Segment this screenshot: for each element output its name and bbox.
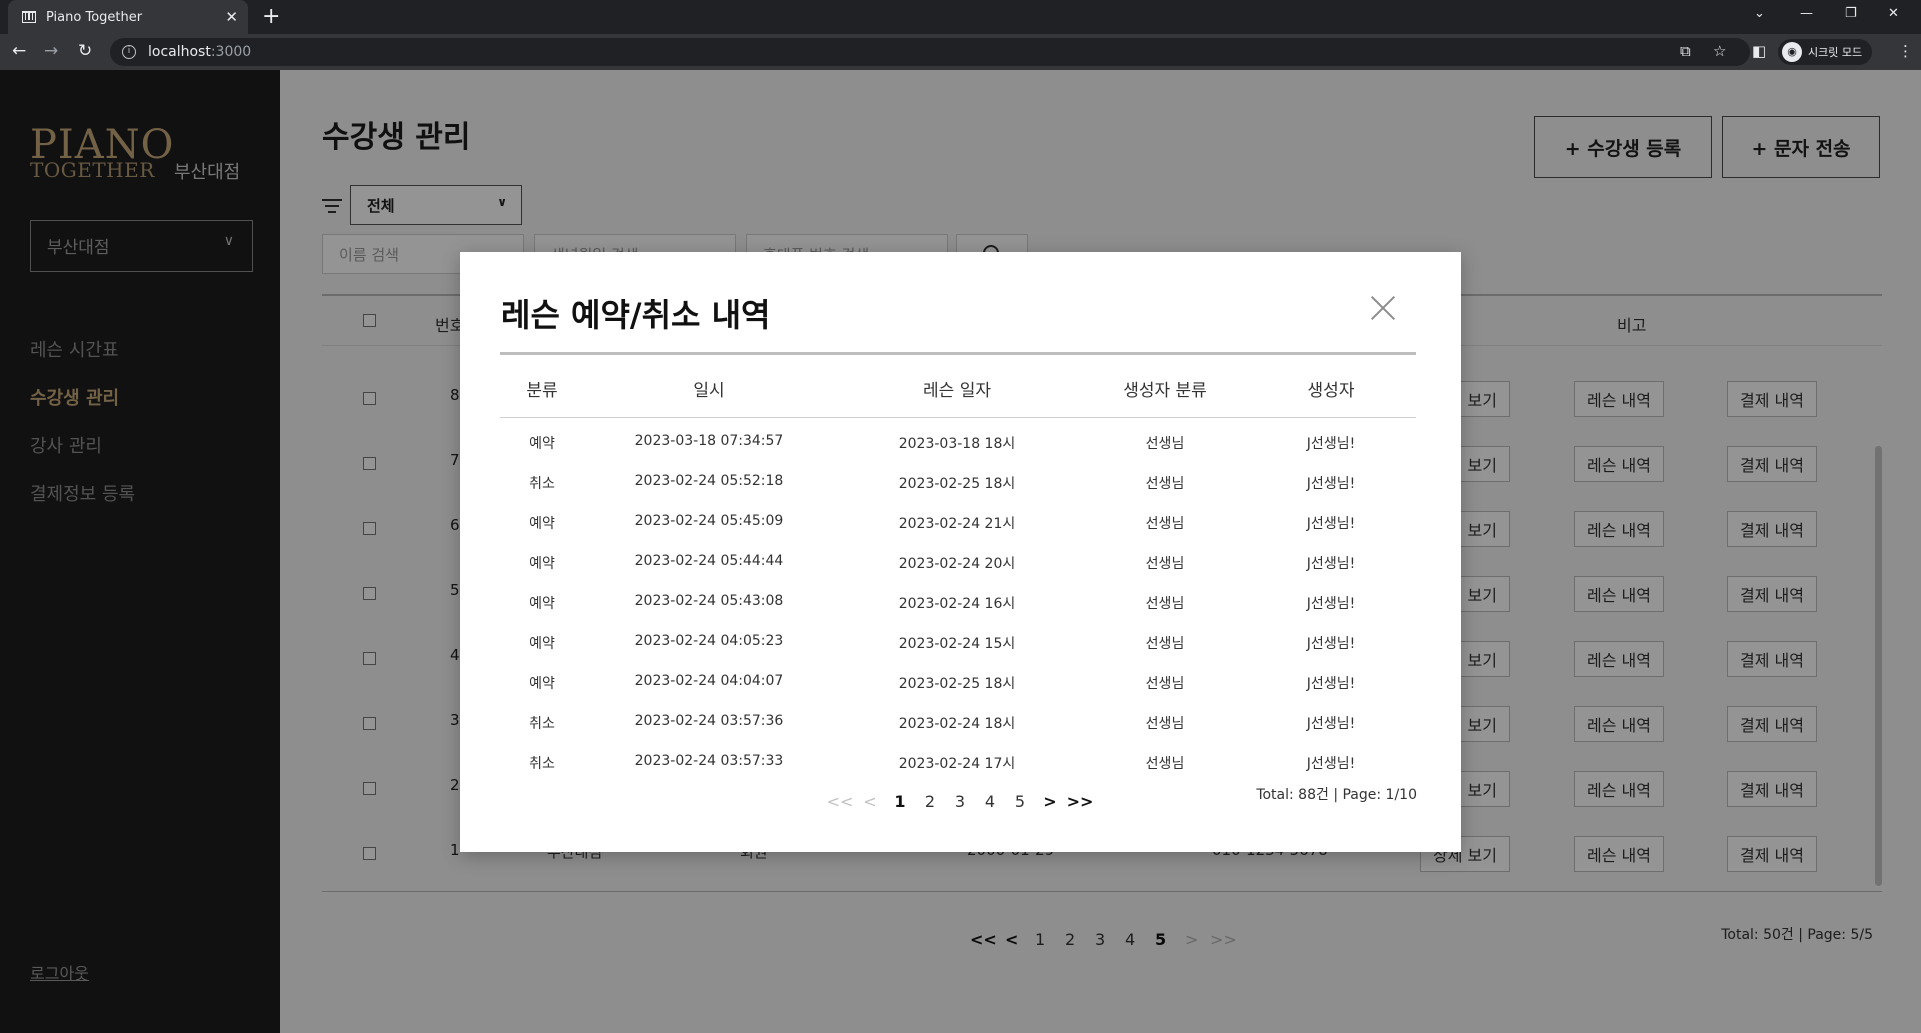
row-creator-type: 선생님 <box>1145 556 1185 572</box>
bookmark-star-icon[interactable]: ☆ <box>1713 42 1726 60</box>
modal-total: Total: 88건 | Page: 1/10 <box>1256 787 1417 803</box>
site-info-icon[interactable]: i <box>122 45 136 59</box>
modal-column-datetime: 일시 <box>693 381 725 401</box>
restore-icon[interactable]: ❐ <box>1845 6 1857 21</box>
url-port: :3000 <box>210 44 252 60</box>
browser-menu-icon[interactable]: ⋮ <box>1898 42 1913 60</box>
modal-pagination-page-current[interactable]: 1 <box>894 792 905 811</box>
row-lesson-date: 2023-02-25 18시 <box>898 476 1016 492</box>
row-lesson-date: 2023-03-18 18시 <box>898 436 1016 452</box>
modal-divider <box>500 417 1416 418</box>
row-creator-type: 선생님 <box>1145 436 1185 452</box>
tab-search-chevron-icon[interactable]: ⌄ <box>1754 6 1765 21</box>
modal-column-lesson-date: 레슨 일자 <box>923 381 991 401</box>
incognito-icon: ◉ <box>1782 42 1802 62</box>
browser-toolbar: ← → ↻ i localhost:3000 ⧉ ☆ ◧ ◉ 시크릿 모드 ⋮ <box>0 34 1921 70</box>
modal-table-row: 취소 2023-02-24 05:52:18 2023-02-25 18시 선생… <box>460 463 1461 503</box>
modal-pagination-first[interactable]: << <box>827 792 854 811</box>
row-lesson-date: 2023-02-25 18시 <box>898 676 1016 692</box>
modal-column-creator: 생성자 <box>1307 381 1355 401</box>
modal-table-row: 취소 2023-02-24 03:57:33 2023-02-24 17시 선생… <box>460 743 1461 783</box>
modal-column-type: 분류 <box>526 381 558 401</box>
row-datetime: 2023-02-24 03:57:36 <box>634 713 784 729</box>
row-datetime: 2023-02-24 04:05:23 <box>634 633 784 649</box>
modal-pagination-last[interactable]: >> <box>1067 792 1094 811</box>
row-creator-type: 선생님 <box>1145 476 1185 492</box>
modal-pagination-page[interactable]: 3 <box>955 792 965 811</box>
row-creator: J선생님! <box>1306 716 1356 732</box>
modal-table-row: 예약 2023-02-24 04:04:07 2023-02-25 18시 선생… <box>460 663 1461 703</box>
row-creator-type: 선생님 <box>1145 516 1185 532</box>
forward-icon[interactable]: → <box>44 41 58 61</box>
row-creator: J선생님! <box>1306 556 1356 572</box>
modal-divider <box>500 352 1416 355</box>
row-creator: J선생님! <box>1306 676 1356 692</box>
window-close-icon[interactable]: ✕ <box>1888 6 1899 21</box>
back-icon[interactable]: ← <box>12 41 26 61</box>
incognito-badge[interactable]: ◉ 시크릿 모드 <box>1778 39 1873 65</box>
modal-column-creator-type: 생성자 분류 <box>1123 381 1207 401</box>
row-creator-type: 선생님 <box>1145 636 1185 652</box>
modal-table-row: 예약 2023-02-24 05:45:09 2023-02-24 21시 선생… <box>460 503 1461 543</box>
row-datetime: 2023-03-18 07:34:57 <box>634 433 784 449</box>
row-creator-type: 선생님 <box>1145 716 1185 732</box>
tab-close-icon[interactable]: ✕ <box>225 8 238 26</box>
modal-pagination-page[interactable]: 4 <box>985 792 995 811</box>
modal-pagination-page[interactable]: 5 <box>1015 792 1025 811</box>
row-creator: J선생님! <box>1306 596 1356 612</box>
row-lesson-date: 2023-02-24 20시 <box>898 556 1016 572</box>
modal-pagination-page[interactable]: 2 <box>925 792 935 811</box>
row-type: 취소 <box>529 756 555 772</box>
modal-table-row: 예약 2023-02-24 05:44:44 2023-02-24 20시 선생… <box>460 543 1461 583</box>
row-creator-type: 선생님 <box>1145 596 1185 612</box>
row-type: 취소 <box>529 716 555 732</box>
row-lesson-date: 2023-02-24 18시 <box>898 716 1016 732</box>
minimize-icon[interactable]: — <box>1800 6 1813 21</box>
row-type: 예약 <box>529 596 555 612</box>
close-icon[interactable] <box>1365 290 1401 326</box>
modal-pagination-prev[interactable]: < <box>863 792 876 811</box>
modal-pagination-next[interactable]: > <box>1043 792 1056 811</box>
row-lesson-date: 2023-02-24 16시 <box>898 596 1016 612</box>
row-lesson-date: 2023-02-24 15시 <box>898 636 1016 652</box>
row-creator: J선생님! <box>1306 476 1356 492</box>
tab-title: Piano Together <box>46 9 143 25</box>
translate-icon[interactable]: ⧉ <box>1680 42 1691 60</box>
modal-title: 레슨 예약/취소 내역 <box>501 296 771 334</box>
row-datetime: 2023-02-24 03:57:33 <box>634 753 784 769</box>
row-creator: J선생님! <box>1306 636 1356 652</box>
modal-table-row: 예약 2023-02-24 04:05:23 2023-02-24 15시 선생… <box>460 623 1461 663</box>
row-datetime: 2023-02-24 05:44:44 <box>634 553 784 569</box>
browser-tabbar: Piano Together ✕ + ⌄ — ❐ ✕ <box>0 0 1921 34</box>
row-type: 취소 <box>529 476 555 492</box>
new-tab-icon[interactable]: + <box>262 4 280 29</box>
row-creator: J선생님! <box>1306 436 1356 452</box>
row-creator-type: 선생님 <box>1145 676 1185 692</box>
modal-table-row: 취소 2023-02-24 03:57:36 2023-02-24 18시 선생… <box>460 703 1461 743</box>
piano-favicon-icon <box>22 11 36 23</box>
modal-table-row: 예약 2023-02-24 05:43:08 2023-02-24 16시 선생… <box>460 583 1461 623</box>
lesson-history-modal: 레슨 예약/취소 내역 분류 일시 레슨 일자 생성자 분류 생성자 예약 20… <box>460 252 1461 852</box>
row-creator-type: 선생님 <box>1145 756 1185 772</box>
row-type: 예약 <box>529 516 555 532</box>
side-panel-icon[interactable]: ◧ <box>1752 42 1766 60</box>
row-datetime: 2023-02-24 05:43:08 <box>634 593 784 609</box>
reload-icon[interactable]: ↻ <box>78 41 92 61</box>
modal-table-row: 예약 2023-03-18 07:34:57 2023-03-18 18시 선생… <box>460 423 1461 463</box>
row-type: 예약 <box>529 636 555 652</box>
row-datetime: 2023-02-24 04:04:07 <box>634 673 784 689</box>
row-type: 예약 <box>529 676 555 692</box>
row-type: 예약 <box>529 556 555 572</box>
row-datetime: 2023-02-24 05:45:09 <box>634 513 784 529</box>
row-datetime: 2023-02-24 05:52:18 <box>634 473 784 489</box>
address-bar[interactable]: i localhost:3000 <box>110 38 1750 66</box>
incognito-label: 시크릿 모드 <box>1808 46 1863 59</box>
row-lesson-date: 2023-02-24 17시 <box>898 756 1016 772</box>
row-creator: J선생님! <box>1306 756 1356 772</box>
row-creator: J선생님! <box>1306 516 1356 532</box>
browser-tab[interactable]: Piano Together ✕ <box>8 0 248 34</box>
url-host: localhost <box>148 44 211 60</box>
row-lesson-date: 2023-02-24 21시 <box>898 516 1016 532</box>
row-type: 예약 <box>529 436 555 452</box>
